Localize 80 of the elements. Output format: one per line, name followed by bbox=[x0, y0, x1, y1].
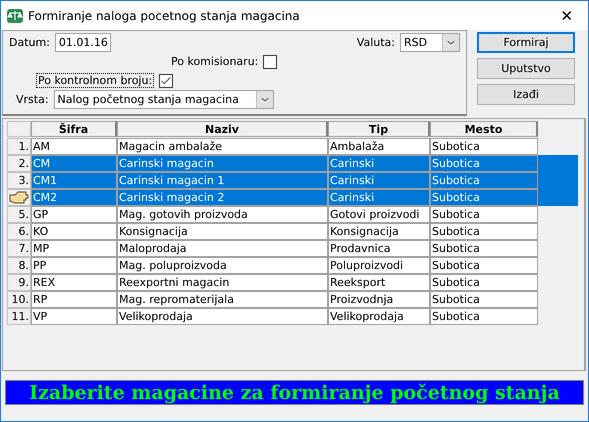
table-cell: Carinski bbox=[328, 189, 430, 206]
table-cell: Velikoprodaja bbox=[117, 308, 328, 325]
status-message: Izaberite magacine za formiranje početnog stanja bbox=[5, 380, 584, 405]
table-cell: Carinski magacin 2 bbox=[117, 189, 328, 206]
header-corner bbox=[7, 121, 31, 137]
table-cell: Maloprodaja bbox=[117, 240, 328, 257]
table-cell: REX bbox=[31, 274, 117, 291]
chevron-icon bbox=[256, 91, 273, 108]
window-title: Formiranje naloga pocetnog stanja magacina bbox=[28, 8, 301, 22]
table-cell: Reeksport bbox=[328, 274, 430, 291]
row-number: 7. bbox=[7, 240, 31, 257]
table-cell: Subotica bbox=[430, 223, 538, 240]
datum-label: Datum: bbox=[9, 36, 50, 49]
table-cell: AM bbox=[31, 138, 117, 155]
column-header[interactable]: Mesto bbox=[430, 121, 538, 137]
scale-icon bbox=[7, 8, 23, 22]
table-cell: Subotica bbox=[430, 291, 538, 308]
kontrolni-label: Po kontrolnom broju: bbox=[36, 73, 154, 88]
table-cell: Konsignacija bbox=[117, 223, 328, 240]
table-cell: Carinski magacin bbox=[117, 155, 328, 172]
row-number: 6. bbox=[7, 223, 31, 240]
row-number: 2. bbox=[7, 155, 31, 172]
dialog-button[interactable]: Uputstvo bbox=[477, 58, 575, 79]
dialog-button[interactable]: Izađi bbox=[477, 84, 575, 105]
table-cell: Subotica bbox=[430, 155, 538, 172]
valuta-label: Valuta: bbox=[356, 36, 395, 49]
table-cell: CM bbox=[31, 155, 117, 172]
table-cell: Subotica bbox=[430, 257, 538, 274]
table-cell: Subotica bbox=[430, 172, 538, 189]
table-cell: Velikoprodaja bbox=[328, 308, 430, 325]
column-header[interactable]: Naziv bbox=[117, 121, 328, 137]
table-cell: GP bbox=[31, 206, 117, 223]
table-cell: Mag. repromaterijala bbox=[117, 291, 328, 308]
table-cell: RP bbox=[31, 291, 117, 308]
table-cell: Prodavnica bbox=[328, 240, 430, 257]
komisionar-label: Po komisionaru: bbox=[171, 55, 258, 68]
table-cell: Mag. poluproizvoda bbox=[117, 257, 328, 274]
table-cell: Subotica bbox=[430, 206, 538, 223]
kontrolni-checkbox[interactable] bbox=[159, 74, 174, 88]
table-cell: Subotica bbox=[430, 308, 538, 325]
row-number: 10. bbox=[7, 291, 31, 308]
table-cell: Subotica bbox=[430, 274, 538, 291]
table-cell: Magacin ambalaže bbox=[117, 138, 328, 155]
row-highlight bbox=[538, 189, 578, 206]
table-cell: Reexportni magacin bbox=[117, 274, 328, 291]
table-cell: Konsignacija bbox=[328, 223, 430, 240]
datum-field[interactable]: 01.01.16 bbox=[54, 33, 111, 52]
row-number: 8. bbox=[7, 257, 31, 274]
table-cell: Carinski bbox=[328, 172, 430, 189]
vrsta-dropdown[interactable]: Nalog početnog stanja magacina bbox=[54, 90, 274, 109]
table-cell: Subotica bbox=[430, 189, 538, 206]
row-number: 5. bbox=[7, 206, 31, 223]
column-header[interactable]: Šifra bbox=[31, 121, 117, 137]
dialog-button[interactable]: Formiraj bbox=[477, 32, 575, 53]
vrsta-label: Vrsta: bbox=[16, 93, 49, 106]
table-cell: Gotovi proizvodi bbox=[328, 206, 430, 223]
row-number: 11. bbox=[7, 308, 31, 325]
chevron-icon bbox=[442, 34, 459, 51]
row-highlight bbox=[538, 155, 578, 172]
table-cell: Poluproizvodi bbox=[328, 257, 430, 274]
table-cell: Carinski magacin 1 bbox=[117, 172, 328, 189]
close-button[interactable]: ✕ bbox=[552, 6, 582, 24]
komisionar-checkbox[interactable] bbox=[263, 54, 278, 68]
table-cell: PP bbox=[31, 257, 117, 274]
table-cell: CM1 bbox=[31, 172, 117, 189]
row-number: 9. bbox=[7, 274, 31, 291]
row-number: 3. bbox=[7, 172, 31, 189]
column-header[interactable]: Tip bbox=[328, 121, 430, 137]
valuta-dropdown[interactable]: RSD bbox=[400, 33, 460, 52]
row-number: 1. bbox=[7, 138, 31, 155]
table-cell: CM2 bbox=[31, 189, 117, 206]
table-cell: Carinski bbox=[328, 155, 430, 172]
table-cell: Proizvodnja bbox=[328, 291, 430, 308]
table-cell: VP bbox=[31, 308, 117, 325]
table-cell: KO bbox=[31, 223, 117, 240]
table-cell: Ambalaža bbox=[328, 138, 430, 155]
table-cell: Subotica bbox=[430, 138, 538, 155]
table-cell: Subotica bbox=[430, 240, 538, 257]
table-cell: MP bbox=[31, 240, 117, 257]
table-cell: Mag. gotovih proizvoda bbox=[117, 206, 328, 223]
